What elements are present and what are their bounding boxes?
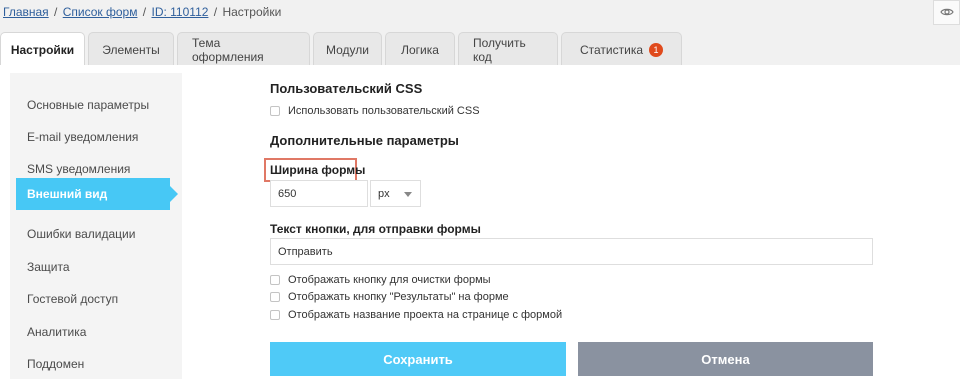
custom-css-option[interactable]: Использовать пользовательский CSS bbox=[270, 105, 480, 117]
settings-panel: Основные параметры E-mail уведомления SM… bbox=[0, 65, 960, 379]
tab-modules[interactable]: Модули bbox=[313, 32, 382, 66]
tab-label: Логика bbox=[401, 42, 439, 57]
sidebar-item-label: Поддомен bbox=[27, 357, 85, 371]
results-button-option[interactable]: Отображать кнопку "Результаты" на форме bbox=[270, 291, 509, 303]
tab-get-code[interactable]: Получить код bbox=[458, 32, 558, 66]
sidebar-item-label: Основные параметры bbox=[27, 98, 150, 112]
checkbox-label: Использовать пользовательский CSS bbox=[288, 105, 480, 117]
sidebar-item-label: Аналитика bbox=[27, 325, 87, 339]
breadcrumb-separator: / bbox=[213, 5, 218, 19]
project-name-option[interactable]: Отображать название проекта на странице … bbox=[270, 309, 562, 321]
breadcrumb: Главная / Список форм / ID: 110112 / Нас… bbox=[3, 5, 281, 19]
sidebar-item-label: Внешний вид bbox=[27, 187, 108, 201]
tab-elements[interactable]: Элементы bbox=[88, 32, 174, 66]
additional-params-title: Дополнительные параметры bbox=[270, 133, 459, 148]
custom-css-checkbox[interactable] bbox=[270, 106, 280, 116]
sidebar-item-subdomain[interactable]: Поддомен bbox=[10, 348, 182, 379]
cancel-button[interactable]: Отмена bbox=[578, 342, 873, 376]
breadcrumb-forms-link[interactable]: Список форм bbox=[63, 5, 138, 19]
checkbox-label: Отображать кнопку "Результаты" на форме bbox=[288, 291, 509, 303]
sidebar-item-analytics[interactable]: Аналитика bbox=[10, 316, 182, 348]
tab-logic[interactable]: Логика bbox=[385, 32, 455, 66]
notification-badge: 1 bbox=[649, 42, 664, 57]
form-width-value: 650 bbox=[278, 187, 297, 200]
sidebar-item-email-notifications[interactable]: E-mail уведомления bbox=[10, 121, 182, 153]
sidebar-item-label: E-mail уведомления bbox=[27, 130, 139, 144]
custom-css-title: Пользовательский CSS bbox=[270, 81, 423, 96]
clear-button-checkbox[interactable] bbox=[270, 275, 280, 285]
breadcrumb-separator: / bbox=[142, 5, 147, 19]
tab-bar: Настройки Элементы Тема оформления Модул… bbox=[0, 32, 685, 66]
settings-sidebar: Основные параметры E-mail уведомления SM… bbox=[10, 73, 182, 379]
sidebar-item-label: Защита bbox=[27, 260, 70, 274]
breadcrumb-home-link[interactable]: Главная bbox=[3, 5, 49, 19]
button-text-input[interactable]: Отправить bbox=[270, 238, 873, 265]
sidebar-item-protection[interactable]: Защита bbox=[10, 251, 182, 283]
width-unit-select[interactable]: px bbox=[370, 180, 421, 207]
checkbox-label: Отображать кнопку для очистки формы bbox=[288, 274, 491, 286]
sidebar-item-guest-access[interactable]: Гостевой доступ bbox=[10, 283, 182, 315]
checkbox-label: Отображать название проекта на странице … bbox=[288, 309, 563, 321]
sidebar-item-appearance[interactable]: Внешний вид bbox=[16, 178, 178, 210]
tab-statistics[interactable]: Статистика 1 bbox=[561, 32, 682, 66]
sidebar-item-label: SMS уведомления bbox=[27, 162, 131, 176]
button-text-label: Текст кнопки, для отправки формы bbox=[270, 222, 481, 236]
tab-settings[interactable]: Настройки bbox=[0, 32, 85, 66]
preview-button[interactable] bbox=[933, 0, 960, 25]
form-width-label: Ширина формы bbox=[270, 163, 366, 177]
breadcrumb-current: Настройки bbox=[222, 5, 282, 19]
chevron-down-icon bbox=[404, 192, 412, 197]
tab-label: Получить код bbox=[473, 35, 526, 64]
button-text-value: Отправить bbox=[278, 245, 333, 258]
breadcrumb-separator: / bbox=[54, 5, 58, 19]
tab-label: Тема оформления bbox=[192, 35, 264, 64]
width-unit-value: px bbox=[378, 187, 390, 200]
sidebar-item-label: Гостевой доступ bbox=[27, 292, 119, 306]
tab-label: Статистика bbox=[579, 42, 644, 57]
sidebar-item-validation-errors[interactable]: Ошибки валидации bbox=[10, 218, 182, 250]
breadcrumb-id-link[interactable]: ID: 110112 bbox=[151, 5, 208, 19]
project-name-checkbox[interactable] bbox=[270, 310, 280, 320]
tab-theme[interactable]: Тема оформления bbox=[177, 32, 310, 66]
tab-label: Модули bbox=[326, 42, 369, 57]
save-button[interactable]: Сохранить bbox=[270, 342, 566, 376]
sidebar-item-general[interactable]: Основные параметры bbox=[10, 89, 182, 121]
sidebar-item-label: Ошибки валидации bbox=[27, 227, 136, 241]
form-width-input[interactable]: 650 bbox=[270, 180, 368, 207]
tab-label: Элементы bbox=[102, 42, 160, 57]
clear-button-option[interactable]: Отображать кнопку для очистки формы bbox=[270, 274, 491, 286]
results-button-checkbox[interactable] bbox=[270, 292, 280, 302]
eye-icon bbox=[939, 6, 954, 20]
tab-label: Настройки bbox=[10, 42, 75, 57]
